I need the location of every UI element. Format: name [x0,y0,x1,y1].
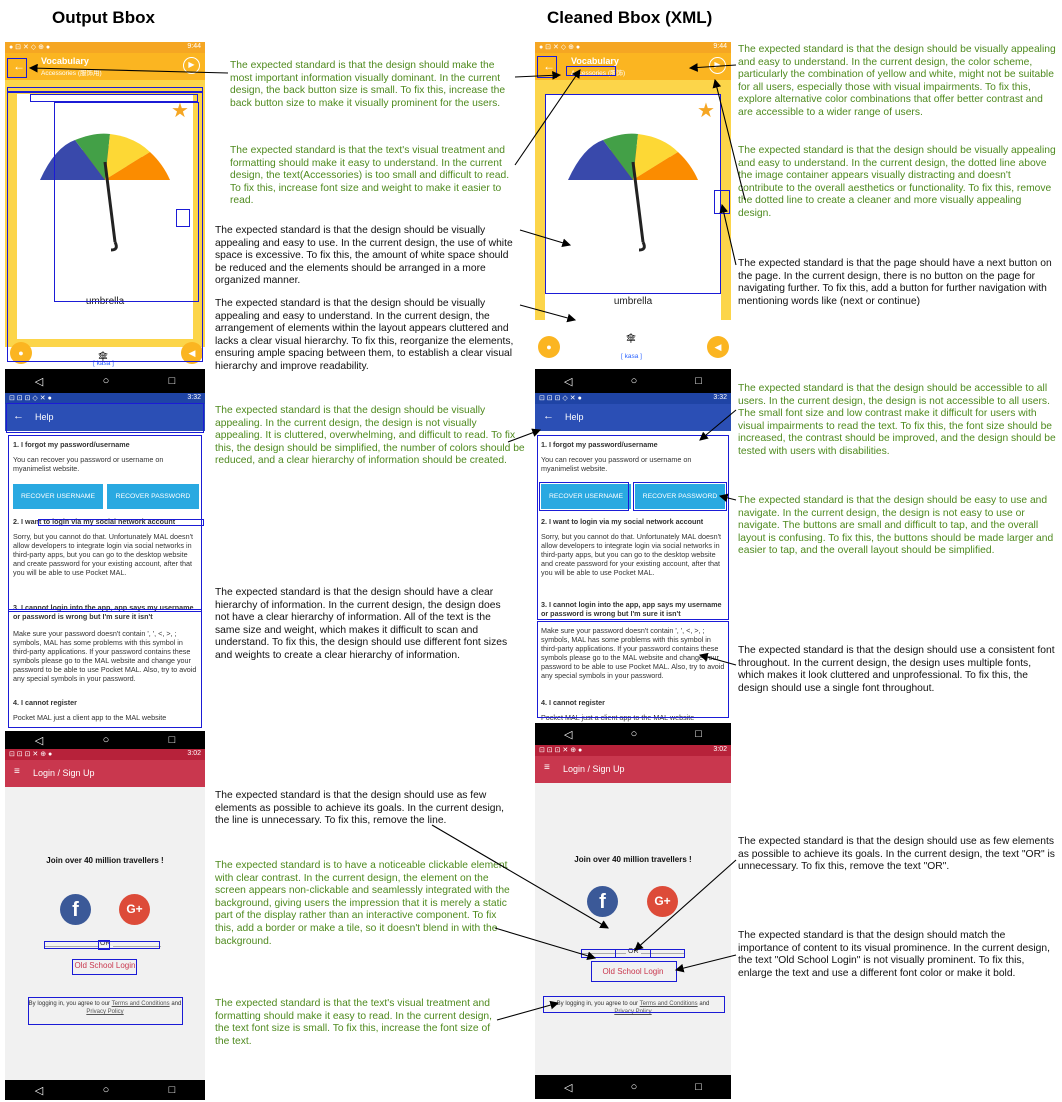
arrow [519,229,572,248]
arrow [718,493,737,503]
arrow [634,859,737,951]
arrow [494,927,597,961]
arrow [719,203,737,266]
arrow [514,70,562,80]
arrow [496,1000,560,1021]
arrow [28,63,229,74]
arrow [674,954,737,973]
arrow-layer [28,63,746,1021]
arrow [519,304,577,323]
arrow [712,78,746,201]
arrow [699,409,737,441]
arrow [431,824,609,929]
arrow [507,428,542,443]
arrow [514,69,581,166]
arrow [688,63,737,72]
arrow [698,652,737,666]
